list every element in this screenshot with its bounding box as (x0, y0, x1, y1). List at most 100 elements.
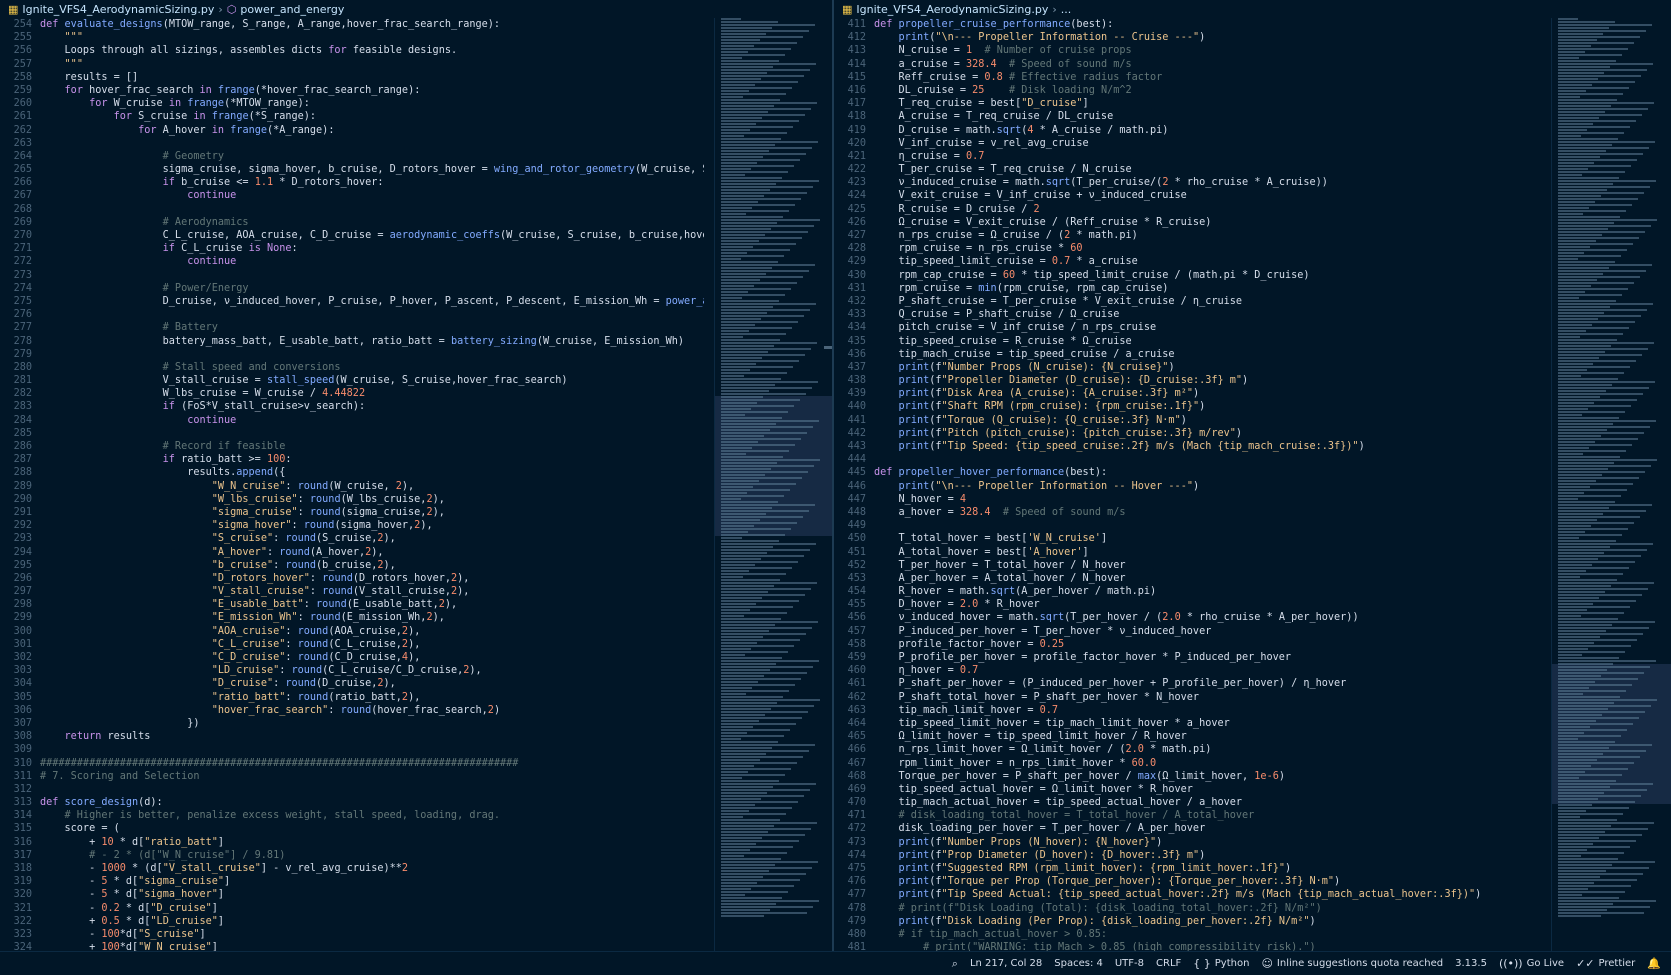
code-line[interactable]: 291 "sigma_cruise": round(sigma_cruise,2… (0, 506, 704, 519)
code-text[interactable]: print(f"Torque per Prop (Torque_per_hove… (870, 875, 1341, 888)
code-line[interactable]: 433 Q_cruise = P_shaft_cruise / Ω_cruise (834, 308, 1542, 321)
code-line[interactable]: 276 (0, 308, 704, 321)
code-line[interactable]: 304 "D_cruise": round(D_cruise,2), (0, 677, 704, 690)
code-line[interactable]: 481 # print("WARNING: tip Mach > 0.85 (h… (834, 941, 1542, 951)
code-line[interactable]: 411 def propeller_cruise_performance(best… (834, 18, 1542, 31)
code-text[interactable]: for W_cruise in frange(*MTOW_range): (36, 97, 310, 110)
code-line[interactable]: 479 print(f"Disk Loading (Per Prop): {di… (834, 915, 1542, 928)
code-line[interactable]: 450 T_total_hover = best['W_N_cruise'] (834, 532, 1542, 545)
code-line[interactable]: 283 if (FoS*V_stall_cruise>v_search): (0, 400, 704, 413)
code-text[interactable]: V_inf_cruise = v_rel_avg_cruise (870, 137, 1089, 150)
code-text[interactable]: for hover_frac_search in frange(*hover_f… (36, 84, 421, 97)
code-line[interactable]: 274 # Power/Energy (0, 282, 704, 295)
code-text[interactable] (36, 203, 40, 216)
code-text[interactable] (36, 783, 40, 796)
encoding[interactable]: UTF-8 (1115, 958, 1144, 969)
code-text[interactable]: # Battery (36, 321, 218, 334)
code-line[interactable]: 471 # disk_loading_total_hover = T_total… (834, 809, 1542, 822)
code-line[interactable]: 416 DL_cruise = 25 # Disk loading N/m^2 (834, 84, 1542, 97)
code-line[interactable]: 448 a_hover = 328.4 # Speed of sound m/s (834, 506, 1542, 519)
code-line[interactable]: 465 Ω_limit_hover = tip_speed_limit_hove… (834, 730, 1542, 743)
code-line[interactable]: 414 a_cruise = 328.4 # Speed of sound m/… (834, 58, 1542, 71)
code-text[interactable]: print(f"Shaft RPM (rpm_cruise): {rpm_cru… (870, 400, 1206, 413)
search-icon[interactable]: ⌕ (952, 957, 958, 971)
code-text[interactable]: rpm_cruise = min(rpm_cruise, rpm_cap_cru… (870, 282, 1169, 295)
code-line[interactable]: 475 print(f"Suggested RPM (rpm_limit_hov… (834, 862, 1542, 875)
code-text[interactable]: """ (36, 58, 83, 71)
code-line[interactable]: 452 T_per_hover = T_total_hover / N_hove… (834, 559, 1542, 572)
code-text[interactable]: R_hover = math.sqrt(A_per_hover / math.p… (870, 585, 1157, 598)
code-line[interactable]: 474 print(f"Prop Diameter (D_hover): {D_… (834, 849, 1542, 862)
code-text[interactable]: P_shaft_per_hover = (P_induced_per_hover… (870, 677, 1347, 690)
code-text[interactable]: + 100*d["W_N_cruise"] (36, 941, 218, 951)
code-text[interactable]: + 10 * d["ratio_batt"] (36, 836, 224, 849)
code-line[interactable]: 289 "W_N_cruise": round(W_cruise, 2), (0, 480, 704, 493)
code-line[interactable]: 259 for hover_frac_search in frange(*hov… (0, 84, 704, 97)
code-text[interactable]: continue (36, 414, 236, 427)
code-line[interactable]: 288 results.append({ (0, 466, 704, 479)
code-text[interactable]: N_cruise = 1 # Number of cruise props (870, 44, 1132, 57)
code-line[interactable]: 296 "D_rotors_hover": round(D_rotors_hov… (0, 572, 704, 585)
code-line[interactable]: 268 (0, 203, 704, 216)
code-text[interactable]: print(f"Number Props (N_cruise): {N_crui… (870, 361, 1175, 374)
code-text[interactable]: print("\n--- Propeller Information -- Cr… (870, 31, 1206, 44)
code-line[interactable]: 438 print(f"Propeller Diameter (D_cruise… (834, 374, 1542, 387)
code-line[interactable]: 299 "E_mission_Wh": round(E_mission_Wh,2… (0, 611, 704, 624)
code-text[interactable]: η_hover = 0.7 (870, 664, 979, 677)
code-line[interactable]: 255 """ (0, 31, 704, 44)
minimap[interactable] (714, 18, 832, 951)
code-text[interactable]: tip_mach_limit_hover = 0.7 (870, 704, 1058, 717)
code-line[interactable]: 254 def evaluate_designs(MTOW_range, S_ra… (0, 18, 704, 31)
code-text[interactable]: N_hover = 4 (870, 493, 966, 506)
code-text[interactable]: # Stall speed and conversions (36, 361, 341, 374)
code-line[interactable]: 439 print(f"Disk Area (A_cruise): {A_cru… (834, 387, 1542, 400)
code-line[interactable]: 477 print(f"Tip Speed Actual: {tip_speed… (834, 888, 1542, 901)
code-text[interactable]: T_per_hover = T_total_hover / N_hover (870, 559, 1126, 572)
code-line[interactable]: 306 "hover_frac_search": round(hover_fra… (0, 704, 704, 717)
code-line[interactable]: 445 def propeller_hover_performance(best)… (834, 466, 1542, 479)
code-line[interactable]: 425 R_cruise = D_cruise / 2 (834, 203, 1542, 216)
code-line[interactable]: 314 # Higher is better, penalize excess … (0, 809, 704, 822)
code-text[interactable]: disk_loading_per_hover = T_per_hover / A… (870, 822, 1206, 835)
code-text[interactable]: "V_stall_cruise": round(V_stall_cruise,2… (36, 585, 470, 598)
code-text[interactable]: D_cruise = math.sqrt(4 * A_cruise / math… (870, 124, 1169, 137)
code-text[interactable] (870, 519, 874, 532)
code-line[interactable]: 311 # 7. Scoring and Selection (0, 770, 704, 783)
code-line[interactable]: 464 tip_speed_limit_hover = tip_mach_lim… (834, 717, 1542, 730)
code-line[interactable]: 431 rpm_cruise = min(rpm_cruise, rpm_cap… (834, 282, 1542, 295)
code-text[interactable]: a_cruise = 328.4 # Speed of sound m/s (870, 58, 1132, 71)
code-text[interactable]: return results (36, 730, 151, 743)
code-text[interactable] (870, 453, 874, 466)
code-line[interactable]: 313 def score_design(d): (0, 796, 704, 809)
code-text[interactable]: Loops through all sizings, assembles dic… (36, 44, 458, 57)
code-line[interactable]: 275 D_cruise, ν_induced_hover, P_cruise,… (0, 295, 704, 308)
code-text[interactable]: - 0.2 * d["D_cruise"] (36, 902, 218, 915)
code-line[interactable]: 413 N_cruise = 1 # Number of cruise prop… (834, 44, 1542, 57)
code-line[interactable]: 321 - 0.2 * d["D_cruise"] (0, 902, 704, 915)
code-text[interactable]: T_total_hover = best['W_N_cruise'] (870, 532, 1108, 545)
code-line[interactable]: 461 P_shaft_per_hover = (P_induced_per_h… (834, 677, 1542, 690)
code-text[interactable]: "S_cruise": round(S_cruise,2), (36, 532, 396, 545)
code-text[interactable]: print(f"Propeller Diameter (D_cruise): {… (870, 374, 1249, 387)
code-line[interactable]: 473 print(f"Number Props (N_hover): {N_h… (834, 836, 1542, 849)
code-line[interactable]: 281 V_stall_cruise = stall_speed(W_cruis… (0, 374, 704, 387)
code-line[interactable]: 273 (0, 269, 704, 282)
code-line[interactable]: 417 T_req_cruise = best["D_cruise"] (834, 97, 1542, 110)
code-text[interactable]: n_rps_cruise = Ω_cruise / (2 * math.pi) (870, 229, 1138, 242)
code-text[interactable]: "A_hover": round(A_hover,2), (36, 546, 384, 559)
code-text[interactable]: results = [] (36, 71, 139, 84)
code-text[interactable]: W_lbs_cruise = W_cruise / 4.44822 (36, 387, 365, 400)
code-line[interactable]: 298 "E_usable_batt": round(E_usable_batt… (0, 598, 704, 611)
code-text[interactable]: # print("WARNING: tip Mach > 0.85 (high … (870, 941, 1316, 951)
code-line[interactable]: 309 (0, 743, 704, 756)
code-line[interactable]: 284 continue (0, 414, 704, 427)
code-line[interactable]: 458 profile_factor_hover = 0.25 (834, 638, 1542, 651)
code-line[interactable]: 317 # - 2 * (d["W_N_cruise"] / 9.81) (0, 849, 704, 862)
code-text[interactable] (36, 308, 40, 321)
code-text[interactable]: if C_L_cruise is None: (36, 242, 298, 255)
code-text[interactable]: "W_N_cruise": round(W_cruise, 2), (36, 480, 414, 493)
code-line[interactable]: 257 """ (0, 58, 704, 71)
code-line[interactable]: 444 (834, 453, 1542, 466)
code-line[interactable]: 455 D_hover = 2.0 * R_hover (834, 598, 1542, 611)
code-line[interactable]: 421 η_cruise = 0.7 (834, 150, 1542, 163)
